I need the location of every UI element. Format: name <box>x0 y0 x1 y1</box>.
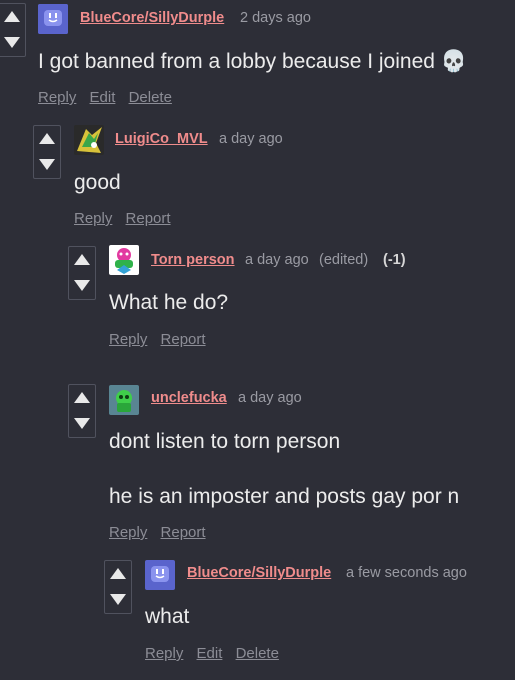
avatar[interactable] <box>74 125 104 155</box>
edited-label: (edited) <box>319 252 369 268</box>
comment-actions: Reply Report <box>109 524 215 541</box>
comment-text-line: he is an imposter and posts gay por n <box>109 485 460 508</box>
comment-actions: Reply Edit Delete <box>38 89 181 106</box>
report-link[interactable]: Report <box>161 524 206 541</box>
vote-box <box>33 125 61 179</box>
reply-link[interactable]: Reply <box>38 89 76 106</box>
vote-box <box>104 560 132 614</box>
downvote-arrow-icon[interactable] <box>74 418 90 429</box>
comment-timestamp: 2 days ago <box>240 10 311 26</box>
comment-timestamp: a day ago <box>245 252 309 268</box>
comment-actions: Reply Report <box>109 331 215 348</box>
reply-link[interactable]: Reply <box>145 645 183 662</box>
vote-box <box>0 3 26 57</box>
reply-link[interactable]: Reply <box>109 331 147 348</box>
avatar[interactable] <box>145 560 175 590</box>
report-link[interactable]: Report <box>126 210 171 227</box>
comment-username[interactable]: Torn person <box>151 252 235 268</box>
avatar[interactable] <box>109 245 139 275</box>
torn-person-avatar-icon <box>109 245 139 275</box>
score-badge: (-1) <box>383 252 406 268</box>
bluecore-avatar-icon <box>145 560 175 590</box>
comment-actions: Reply Edit Delete <box>145 645 288 662</box>
comment-text: What he do? <box>109 291 229 314</box>
bluecore-avatar-icon <box>38 4 68 34</box>
avatar[interactable] <box>38 4 68 34</box>
downvote-arrow-icon[interactable] <box>39 159 55 170</box>
report-link[interactable]: Report <box>161 331 206 348</box>
comment-text-line: dont listen to torn person <box>109 430 341 453</box>
luigico-avatar-icon <box>74 125 104 155</box>
comment-timestamp: a day ago <box>238 390 302 406</box>
downvote-arrow-icon[interactable] <box>4 37 20 48</box>
comment-timestamp: a few seconds ago <box>346 565 467 581</box>
delete-link[interactable]: Delete <box>129 89 172 106</box>
upvote-arrow-icon[interactable] <box>110 568 126 579</box>
upvote-arrow-icon[interactable] <box>74 254 90 265</box>
comment-username[interactable]: unclefucka <box>151 390 227 406</box>
upvote-arrow-icon[interactable] <box>39 133 55 144</box>
upvote-arrow-icon[interactable] <box>74 392 90 403</box>
downvote-arrow-icon[interactable] <box>110 594 126 605</box>
comment-username[interactable]: BlueCore/SillyDurple <box>80 10 224 26</box>
delete-link[interactable]: Delete <box>236 645 279 662</box>
comment-username[interactable]: LuigiCo_MVL <box>115 131 208 147</box>
vote-box <box>68 246 96 300</box>
comment-actions: Reply Report <box>74 210 180 227</box>
avatar[interactable] <box>109 385 139 415</box>
downvote-arrow-icon[interactable] <box>74 280 90 291</box>
comment-text: I got banned from a lobby because I join… <box>38 50 467 73</box>
comment-username[interactable]: BlueCore/SillyDurple <box>187 565 331 581</box>
comment-text: what <box>145 605 190 628</box>
reply-link[interactable]: Reply <box>74 210 112 227</box>
edit-link[interactable]: Edit <box>197 645 223 662</box>
comment-text: good <box>74 171 121 194</box>
comment-timestamp: a day ago <box>219 131 283 147</box>
edit-link[interactable]: Edit <box>90 89 116 106</box>
vote-box <box>68 384 96 438</box>
unclefucka-avatar-icon <box>109 385 139 415</box>
reply-link[interactable]: Reply <box>109 524 147 541</box>
upvote-arrow-icon[interactable] <box>4 11 20 22</box>
